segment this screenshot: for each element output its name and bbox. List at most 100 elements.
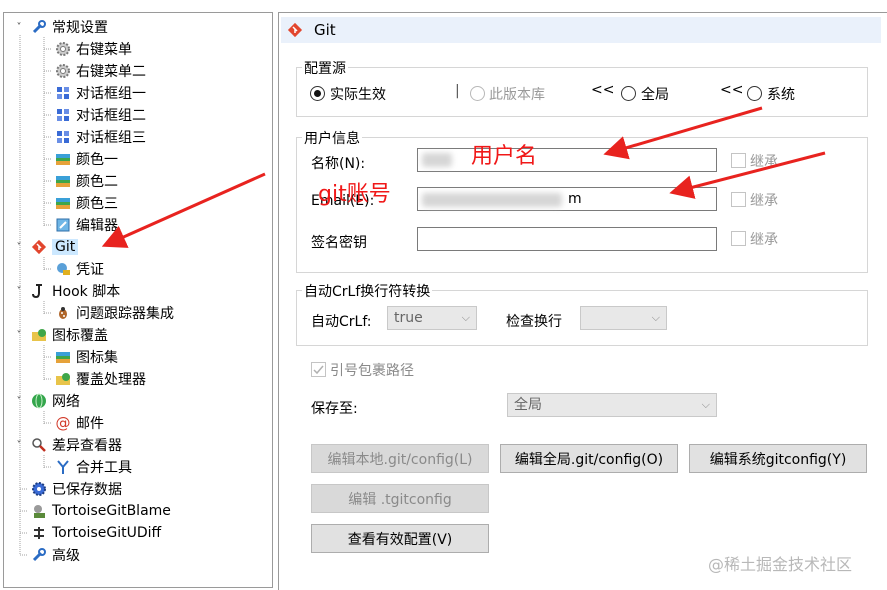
signing-key-input[interactable]	[417, 227, 717, 251]
saved-data-icon	[31, 481, 47, 497]
wrench-icon	[31, 19, 47, 35]
view-effective-config-button[interactable]: 查看有效配置(V)	[311, 524, 489, 553]
icon-set-icon	[55, 349, 71, 365]
overlay-handler-icon	[55, 371, 71, 387]
tree-item-network[interactable]: 网络	[31, 391, 80, 411]
panel-title: Git	[314, 21, 336, 39]
tree-item-context-menu-2[interactable]: 右键菜单二	[55, 61, 146, 81]
collapse-chevron-icon[interactable]: ˅	[13, 396, 25, 408]
windows-icon	[55, 129, 71, 145]
wrench-icon	[31, 547, 47, 563]
tree-item-general[interactable]: 常规设置	[31, 17, 108, 37]
tree-item-icon-set[interactable]: 图标集	[55, 347, 118, 367]
overlay-icon	[31, 327, 47, 343]
tree-item-overlay-handlers[interactable]: 覆盖处理器	[55, 369, 146, 389]
redacted-email	[422, 193, 562, 207]
tree-item-colors-1[interactable]: 颜色一	[55, 149, 118, 169]
quote-path-label: 引号包裹路径	[330, 363, 414, 379]
radio-effective-label: 实际生效	[330, 87, 386, 103]
tree-item-label: 高级	[52, 548, 80, 564]
tree-item-dialogs-2[interactable]: 对话框组二	[55, 105, 146, 125]
udiff-icon	[31, 525, 47, 541]
tree-item-label: 对话框组三	[76, 130, 146, 146]
radio-effective[interactable]	[310, 86, 325, 101]
tree-item-label: 对话框组一	[76, 86, 146, 102]
git-icon	[287, 22, 303, 38]
tree-item-diff-viewer[interactable]: 差异查看器	[31, 435, 122, 455]
tree-item-label: 编辑器	[76, 218, 118, 234]
tree-item-label: 差异查看器	[52, 438, 122, 454]
tree-item-issue-tracker[interactable]: 问题跟踪器集成	[55, 303, 174, 323]
inherit-email-checkbox[interactable]	[731, 192, 746, 207]
divider: |	[455, 83, 460, 99]
blame-icon	[31, 503, 47, 519]
gear-icon	[55, 63, 71, 79]
tree-item-label: 图标覆盖	[52, 328, 108, 344]
tree-item-dialogs-3[interactable]: 对话框组三	[55, 127, 146, 147]
palette-icon	[55, 173, 71, 189]
edit-system-config-button[interactable]: 编辑系统gitconfig(Y)	[689, 444, 867, 473]
collapse-chevron-icon[interactable]: ˅	[13, 22, 25, 34]
watermark: @稀土掘金技术社区	[708, 555, 853, 574]
quote-path-checkbox	[311, 362, 326, 377]
tree-item-label: TortoiseGitUDiff	[52, 525, 162, 541]
tree-item-label: 图标集	[76, 350, 118, 366]
tree-item-icon-overlays[interactable]: 图标覆盖	[31, 325, 108, 345]
radio-global-label: 全局	[641, 87, 669, 103]
tree-item-label: 右键菜单二	[76, 64, 146, 80]
tree-item-saved-data[interactable]: 已保存数据	[31, 479, 122, 499]
tree-item-label: 邮件	[76, 416, 104, 432]
inherit-signing-key-checkbox[interactable]	[731, 231, 746, 246]
tree-item-label: 对话框组二	[76, 108, 146, 124]
settings-tree[interactable]: ˅ ˅ ˅ ˅ ˅ ˅ 常规设置 右键菜单 右键菜单二 对话框组一 对话框组二 …	[3, 12, 273, 588]
tree-item-label: 颜色二	[76, 174, 118, 190]
annotation-username: 用户名	[471, 144, 538, 169]
collapse-chevron-icon[interactable]: ˅	[13, 242, 25, 254]
globe-icon	[31, 393, 47, 409]
tree-item-udiff[interactable]: TortoiseGitUDiff	[31, 523, 161, 543]
save-to-value: 全局	[514, 397, 542, 413]
credential-icon	[55, 261, 71, 277]
tree-item-advanced[interactable]: 高级	[31, 545, 80, 565]
tree-item-dialogs-1[interactable]: 对话框组一	[55, 83, 146, 103]
radio-system-label: 系统	[767, 87, 795, 103]
tree-item-label: 合并工具	[76, 460, 132, 476]
name-input[interactable]	[417, 148, 717, 172]
tree-item-colors-2[interactable]: 颜色二	[55, 171, 118, 191]
config-source-label: 配置源	[302, 58, 348, 78]
tree-item-colors-3[interactable]: 颜色三	[55, 193, 118, 213]
tree-item-email[interactable]: @ 邮件	[55, 413, 105, 433]
tree-item-editor[interactable]: 编辑器	[55, 215, 118, 235]
tree-item-merge-tool[interactable]: 合并工具	[55, 457, 132, 477]
tree-item-credential[interactable]: 凭证	[55, 259, 104, 279]
save-to-label: 保存至:	[311, 401, 358, 417]
tree-item-context-menu[interactable]: 右键菜单	[55, 39, 132, 59]
tree-item-git[interactable]: Git	[31, 237, 79, 257]
radio-repo	[470, 86, 485, 101]
collapse-chevron-icon[interactable]: ˅	[13, 330, 25, 342]
bug-icon	[55, 305, 71, 321]
radio-global[interactable]	[621, 86, 636, 101]
windows-icon	[55, 85, 71, 101]
save-to-select[interactable]: 全局 ⌵	[507, 393, 717, 417]
radio-system[interactable]	[747, 86, 762, 101]
gear-icon	[55, 41, 71, 57]
autocrlf-value: true	[394, 310, 423, 326]
merge-icon	[55, 459, 71, 475]
edit-global-config-button[interactable]: 编辑全局.git/config(O)	[500, 444, 678, 473]
tree-item-hook-scripts[interactable]: Hook 脚本	[31, 281, 120, 301]
autocrlf-select[interactable]: true ⌵	[387, 306, 477, 330]
tree-item-blame[interactable]: TortoiseGitBlame	[31, 501, 171, 521]
collapse-chevron-icon[interactable]: ˅	[13, 440, 25, 452]
tree-item-label: Git	[52, 239, 79, 255]
palette-icon	[55, 151, 71, 167]
edit-tgitconfig-button: 编辑 .tgitconfig	[311, 484, 489, 513]
chevron-down-icon: ⌵	[461, 311, 470, 324]
collapse-chevron-icon[interactable]: ˅	[13, 286, 25, 298]
inherit-name-checkbox[interactable]	[731, 153, 746, 168]
edit-local-config-button: 编辑本地.git/config(L)	[311, 444, 489, 473]
name-label: 名称(N):	[311, 156, 366, 172]
safecrlf-label: 检查换行	[506, 314, 562, 330]
safecrlf-select[interactable]: ⌵	[580, 306, 667, 330]
windows-icon	[55, 107, 71, 123]
